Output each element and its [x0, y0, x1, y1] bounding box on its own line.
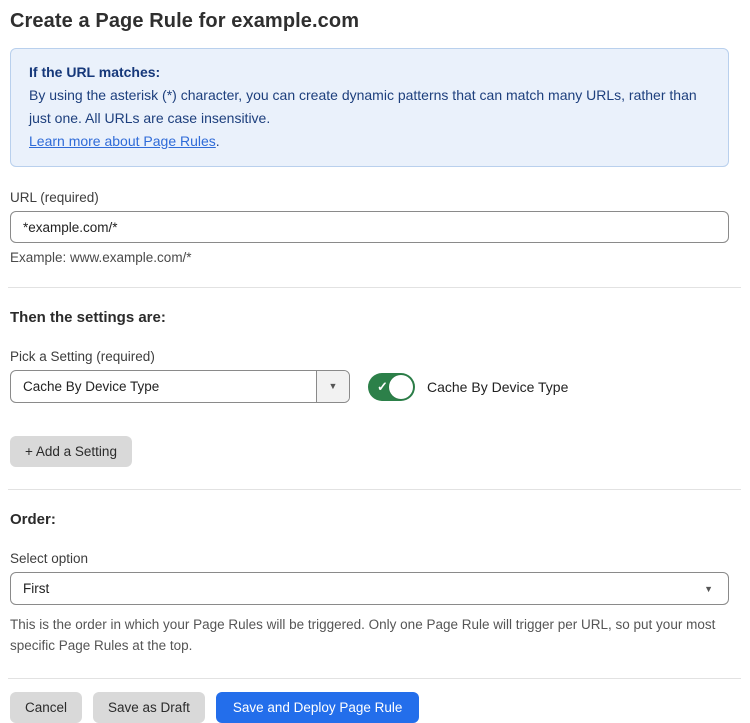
info-box-heading: If the URL matches: — [29, 61, 710, 84]
settings-section-heading: Then the settings are: — [10, 309, 729, 326]
divider — [8, 678, 741, 679]
order-select-value: First — [23, 581, 49, 596]
cache-by-device-type-toggle[interactable]: ✓ — [368, 373, 415, 401]
url-field-label: URL (required) — [10, 190, 729, 205]
check-icon: ✓ — [377, 379, 388, 395]
setting-row: Cache By Device Type ▼ ✓ Cache By Device… — [10, 370, 729, 403]
link-period: . — [216, 133, 220, 149]
page-title: Create a Page Rule for example.com — [10, 10, 729, 33]
setting-select-arrow-button[interactable]: ▼ — [316, 371, 349, 402]
toggle-knob — [389, 375, 413, 399]
setting-select[interactable]: Cache By Device Type ▼ — [10, 370, 350, 403]
info-box-body-text: By using the asterisk (*) character, you… — [29, 87, 697, 126]
toggle-label: Cache By Device Type — [427, 379, 568, 395]
add-setting-button[interactable]: + Add a Setting — [10, 436, 132, 467]
cancel-button[interactable]: Cancel — [10, 692, 82, 723]
order-section-heading: Order: — [10, 511, 729, 528]
footer-actions: Cancel Save as Draft Save and Deploy Pag… — [10, 692, 729, 723]
order-select[interactable]: First ▼ — [10, 572, 729, 605]
order-helper-text: This is the order in which your Page Rul… — [10, 614, 729, 656]
chevron-down-icon: ▼ — [704, 585, 713, 594]
chevron-down-icon: ▼ — [329, 382, 338, 391]
divider — [8, 287, 741, 288]
save-as-draft-button[interactable]: Save as Draft — [93, 692, 205, 723]
info-box-body: By using the asterisk (*) character, you… — [29, 84, 710, 153]
divider — [8, 489, 741, 490]
save-and-deploy-button[interactable]: Save and Deploy Page Rule — [216, 692, 420, 723]
pick-setting-label: Pick a Setting (required) — [10, 349, 729, 364]
url-matches-info-box: If the URL matches: By using the asteris… — [10, 48, 729, 167]
order-select-label: Select option — [10, 551, 729, 566]
page-rule-form: Create a Page Rule for example.com If th… — [0, 0, 750, 723]
learn-more-link[interactable]: Learn more about Page Rules — [29, 133, 216, 149]
url-input[interactable] — [10, 211, 729, 243]
url-example-helper: Example: www.example.com/* — [10, 250, 729, 265]
setting-select-value: Cache By Device Type — [11, 371, 316, 402]
